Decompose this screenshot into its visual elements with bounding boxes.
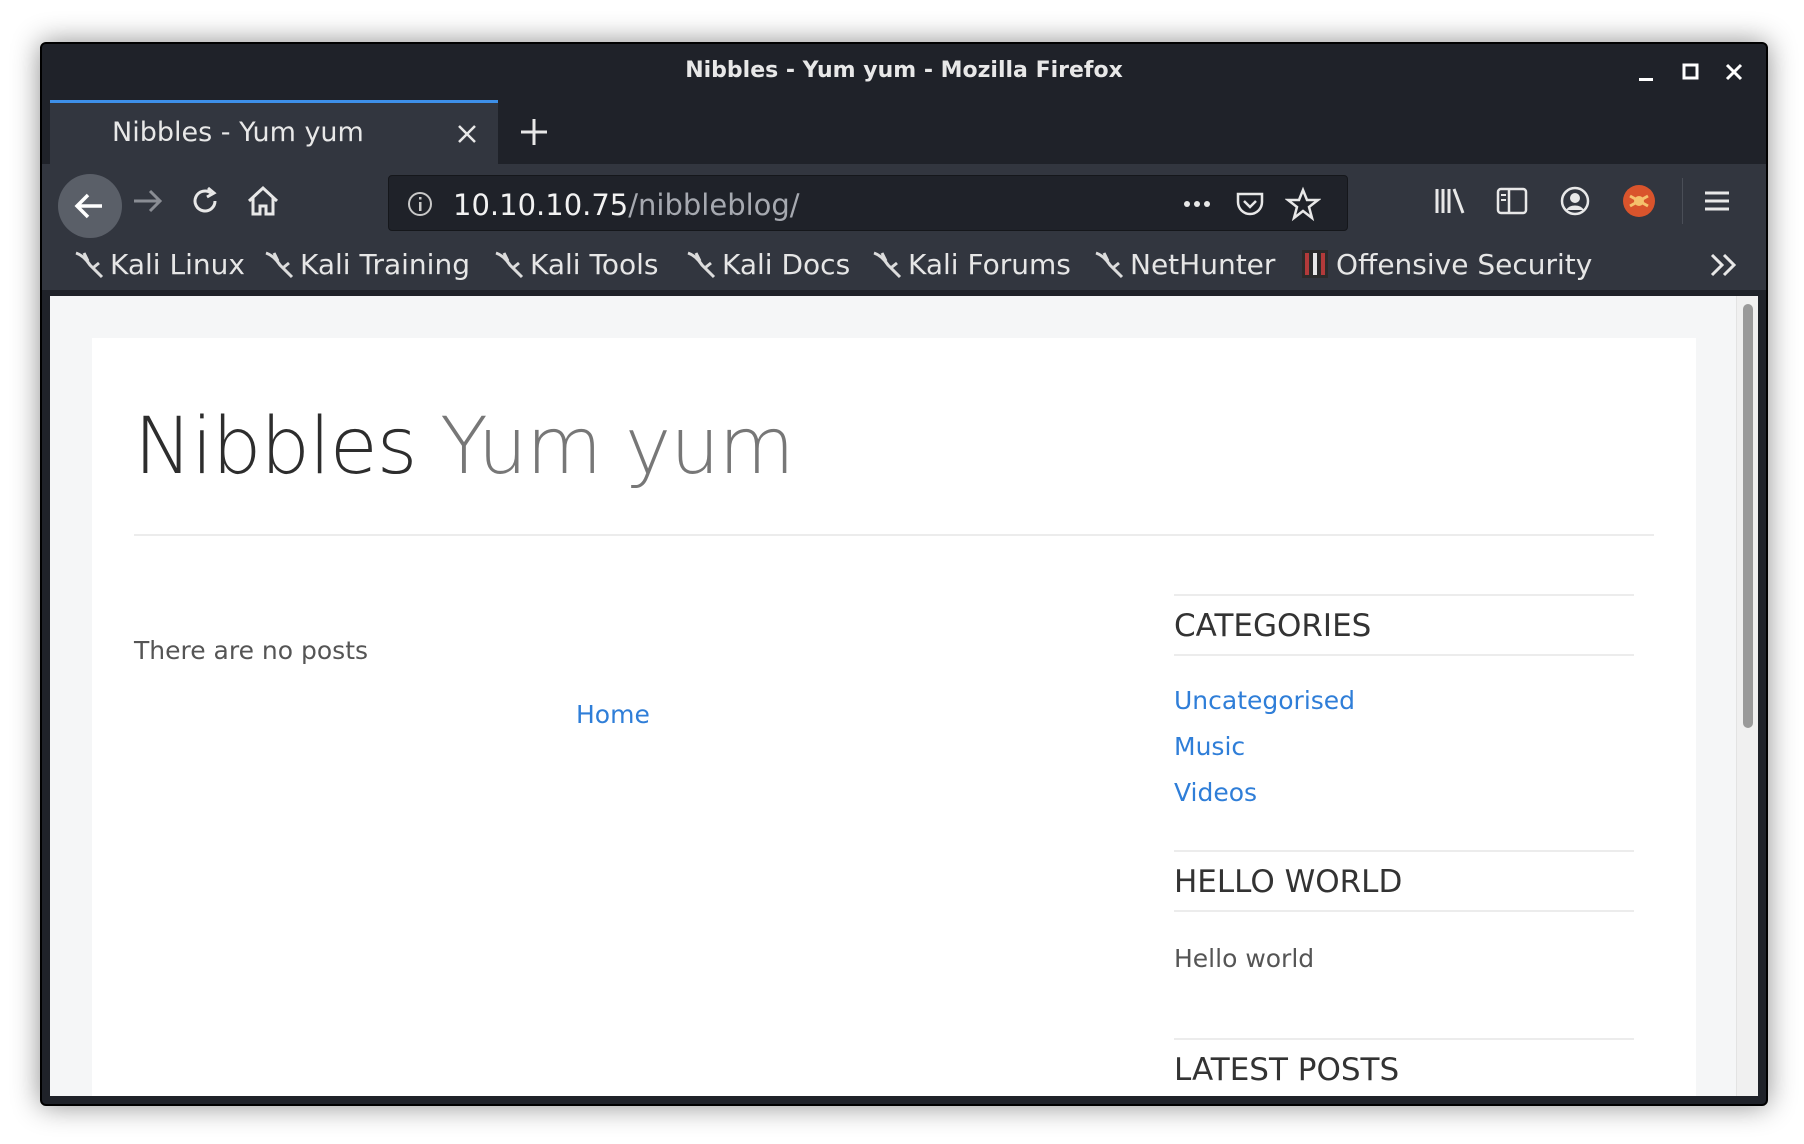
header-divider <box>134 534 1654 536</box>
browser-window: Nibbles - Yum yum - Mozilla Firefox Nibb… <box>40 42 1768 1106</box>
pocket-icon[interactable] <box>1233 187 1267 221</box>
bookmark-kali-forums[interactable]: Kali Forums <box>870 244 1071 284</box>
categories-title: CATEGORIES <box>1174 608 1372 644</box>
kali-dragon-icon <box>1095 251 1124 279</box>
vertical-scrollbar[interactable] <box>1736 296 1758 1096</box>
bookmark-offensive-security[interactable]: Offensive Security <box>1298 244 1592 284</box>
minimize-icon[interactable] <box>1632 58 1660 86</box>
kali-dragon-icon <box>495 251 524 279</box>
categories-widget: CATEGORIES Uncategorised Music Videos <box>1174 594 1634 816</box>
toolbar-divider <box>1682 178 1683 224</box>
page-viewport: Nibbles Yum yum There are no posts Home … <box>50 296 1758 1096</box>
home-icon[interactable] <box>238 176 288 226</box>
reload-icon[interactable] <box>180 176 230 226</box>
close-tab-icon[interactable] <box>454 121 480 147</box>
new-tab-icon[interactable] <box>516 114 552 150</box>
latest-posts-title: LATEST POSTS <box>1174 1052 1400 1088</box>
url-host: 10.10.10.75 <box>453 188 629 222</box>
kali-dragon-icon <box>265 251 294 279</box>
maximize-icon[interactable] <box>1676 58 1704 86</box>
url-text: 10.10.10.75/nibbleblog/ <box>453 188 800 222</box>
bookmark-label: Kali Tools <box>530 247 659 281</box>
extension-icon[interactable] <box>1620 182 1658 220</box>
close-window-icon[interactable] <box>1720 58 1748 86</box>
hello-world-widget: HELLO WORLD Hello world <box>1174 850 1634 982</box>
back-arrow-icon <box>74 193 102 219</box>
home-link[interactable]: Home <box>576 700 650 729</box>
category-link-uncategorised[interactable]: Uncategorised <box>1174 678 1634 724</box>
blog-slogan: Yum yum <box>440 402 794 492</box>
blog-name: Nibbles <box>134 402 417 492</box>
tab-strip: Nibbles - Yum yum <box>42 100 1766 164</box>
bookmark-kali-tools[interactable]: Kali Tools <box>492 244 658 284</box>
more-bookmarks-icon[interactable] <box>1706 248 1742 282</box>
bookmark-label: Kali Linux <box>110 247 245 281</box>
bookmark-label: Offensive Security <box>1336 247 1593 281</box>
forward-arrow-icon[interactable] <box>122 176 172 226</box>
category-link-music[interactable]: Music <box>1174 724 1634 770</box>
blog-page: Nibbles Yum yum There are no posts Home … <box>92 338 1696 1096</box>
navigation-toolbar: 10.10.10.75/nibbleblog/ <box>42 164 1766 238</box>
bookmark-kali-linux[interactable]: Kali Linux <box>72 244 245 284</box>
bookmark-kali-training[interactable]: Kali Training <box>262 244 470 284</box>
kali-dragon-icon <box>687 251 716 279</box>
bookmark-label: Kali Training <box>300 247 470 281</box>
library-icon[interactable] <box>1432 184 1468 218</box>
tab-nibbles[interactable]: Nibbles - Yum yum <box>50 100 498 164</box>
info-icon[interactable] <box>405 189 435 219</box>
blog-header: Nibbles Yum yum <box>134 402 795 492</box>
bookmark-star-icon[interactable] <box>1285 186 1321 222</box>
bookmarks-toolbar: Kali Linux Kali Training Kali Tools Kali… <box>42 238 1766 290</box>
bookmark-label: Kali Docs <box>722 247 851 281</box>
title-bar: Nibbles - Yum yum - Mozilla Firefox <box>42 44 1766 100</box>
hamburger-menu-icon[interactable] <box>1700 184 1734 218</box>
scrollbar-thumb[interactable] <box>1743 304 1753 728</box>
no-posts-message: There are no posts <box>134 636 369 665</box>
back-button[interactable] <box>58 174 122 238</box>
sidebar-toggle-icon[interactable] <box>1494 184 1530 218</box>
tab-label: Nibbles - Yum yum <box>112 117 364 148</box>
bookmark-label: NetHunter <box>1130 247 1276 281</box>
bookmark-label: Kali Forums <box>908 247 1071 281</box>
hello-world-title: HELLO WORLD <box>1174 864 1403 900</box>
offsec-icon <box>1302 250 1328 278</box>
kali-dragon-icon <box>873 251 902 279</box>
hello-world-text: Hello world <box>1174 944 1315 973</box>
latest-posts-widget: LATEST POSTS <box>1174 1038 1634 1096</box>
account-icon[interactable] <box>1558 184 1592 218</box>
window-title: Nibbles - Yum yum - Mozilla Firefox <box>685 58 1123 83</box>
blog-sidebar: CATEGORIES Uncategorised Music Videos HE… <box>1174 594 1634 1096</box>
bookmark-kali-docs[interactable]: Kali Docs <box>684 244 850 284</box>
category-link-videos[interactable]: Videos <box>1174 770 1634 816</box>
url-path: /nibbleblog/ <box>628 188 800 222</box>
bookmark-nethunter[interactable]: NetHunter <box>1092 244 1275 284</box>
url-bar[interactable]: 10.10.10.75/nibbleblog/ <box>388 175 1348 231</box>
kali-dragon-icon <box>75 251 104 279</box>
page-actions-icon[interactable] <box>1179 190 1215 218</box>
